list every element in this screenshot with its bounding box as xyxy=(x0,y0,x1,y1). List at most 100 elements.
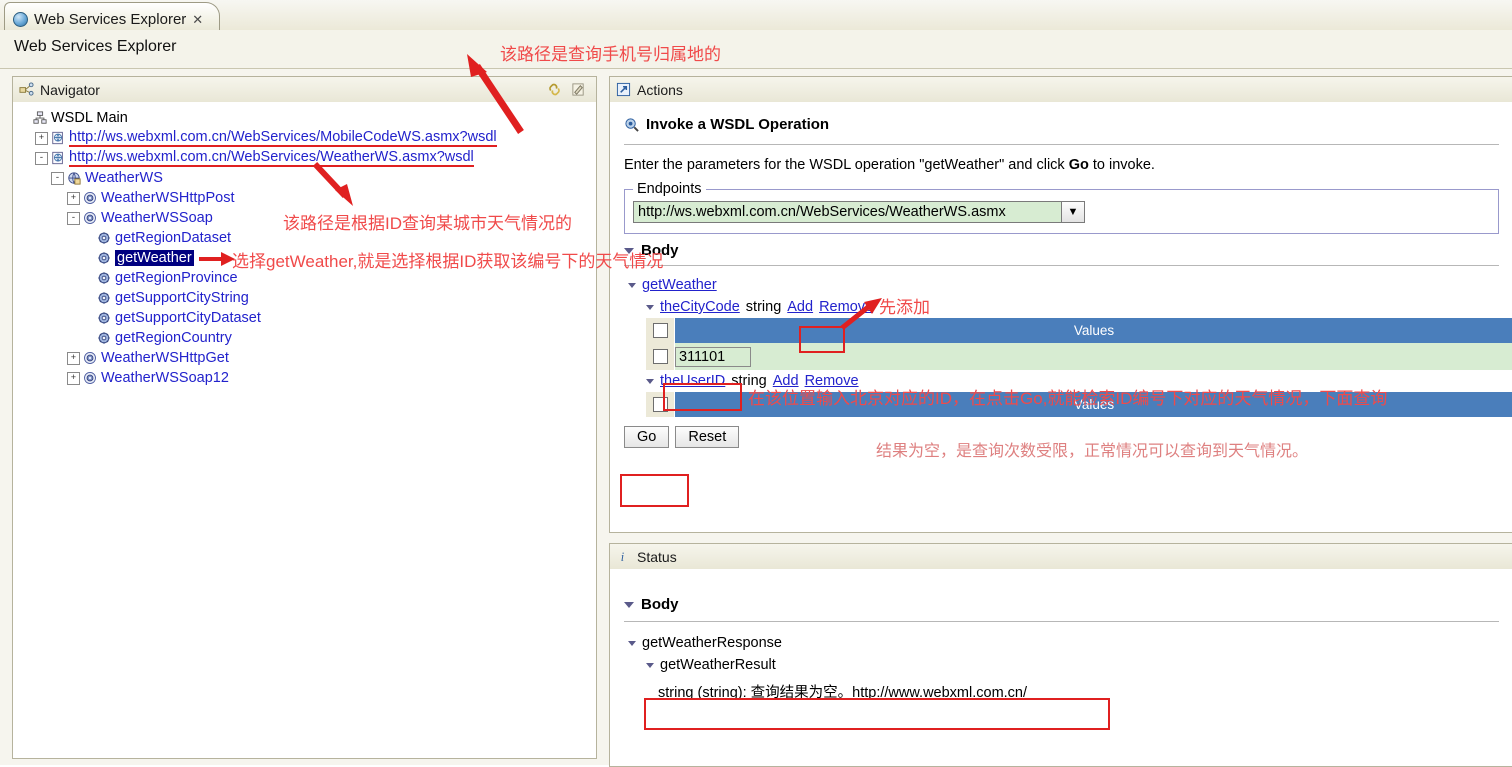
divider xyxy=(624,144,1499,145)
tree-item-label: getSupportCityString xyxy=(115,290,249,306)
invoke-operation-icon xyxy=(625,118,639,132)
expand-icon[interactable]: + xyxy=(67,191,80,205)
endpoints-group: Endpoints http://ws.webxml.com.cn/WebSer… xyxy=(624,181,1499,234)
tree-item-weatherws-httpget[interactable]: + WeatherWSHttpGet xyxy=(13,348,596,368)
status-body-title: Body xyxy=(624,596,1512,613)
collapse-icon[interactable]: - xyxy=(67,211,80,225)
parameters-tree: getWeather theCityCode string Add Remove Val… xyxy=(610,274,1512,448)
twisty-icon[interactable] xyxy=(628,640,636,646)
chevron-down-icon[interactable]: ▼ xyxy=(1062,201,1085,223)
endpoint-select[interactable]: http://ws.webxml.com.cn/WebServices/Weat… xyxy=(633,201,1085,223)
port-icon xyxy=(84,212,96,224)
go-button[interactable]: Go xyxy=(624,426,670,448)
param-add-link[interactable]: Add xyxy=(787,299,813,315)
tree-item-weather-wsdl[interactable]: - http://ws.webxml.com.cn/WebServices/Wea… xyxy=(13,148,596,168)
status-header: i Status xyxy=(610,544,1512,570)
actions-panel: Actions Invoke a WSDL Operation Enter th… xyxy=(609,76,1512,533)
view-tab-bar: Web Services Explorer ✕ xyxy=(0,0,1512,33)
tab-web-services-explorer[interactable]: Web Services Explorer ✕ xyxy=(4,2,221,33)
twisty-icon[interactable] xyxy=(646,378,654,384)
param-remove-link[interactable]: Remove xyxy=(819,299,873,315)
tree-item-op-getregioncountry[interactable]: getRegionCountry xyxy=(13,328,596,348)
reset-button[interactable]: Reset xyxy=(675,426,740,448)
endpoint-value[interactable]: http://ws.webxml.com.cn/WebServices/Weat… xyxy=(633,201,1062,223)
divider-2 xyxy=(624,265,1499,266)
port-icon xyxy=(84,192,96,204)
param-value-input[interactable] xyxy=(675,346,751,367)
expand-icon[interactable]: + xyxy=(67,351,80,365)
expand-icon[interactable]: + xyxy=(67,371,80,385)
status-body-label: Body xyxy=(641,596,679,613)
tree-item-label: WSDL Main xyxy=(51,110,128,126)
response-node[interactable]: getWeatherResponse xyxy=(610,632,1512,654)
row-select-cell[interactable] xyxy=(646,318,675,343)
tree-item-weatherws-soap12[interactable]: + WeatherWSSoap12 xyxy=(13,368,596,388)
tree-item-op-getsupportcitystring[interactable]: getSupportCityString xyxy=(13,288,596,308)
param-name[interactable]: theCityCode xyxy=(660,299,740,315)
operation-icon xyxy=(98,252,110,264)
navigator-icon xyxy=(19,82,34,96)
param-name[interactable]: theUserID xyxy=(660,373,725,389)
navigator-title: Navigator xyxy=(40,81,100,98)
twisty-icon[interactable] xyxy=(624,601,634,608)
operation-name[interactable]: getWeather xyxy=(642,277,717,293)
tree-item-weatherws[interactable]: - WeatherWS xyxy=(13,168,596,188)
tree-item-mobilecode-wsdl[interactable]: + http://ws.webxml.com.cn/WebServices/Mob… xyxy=(13,128,596,148)
invoke-heading: Invoke a WSDL Operation xyxy=(624,116,1512,133)
service-icon xyxy=(68,172,81,185)
wsdl-doc-icon xyxy=(52,131,63,145)
actions-header: Actions xyxy=(610,77,1512,103)
anno-add-first: 先添加 xyxy=(879,298,930,317)
tree-item-wsdl-main[interactable]: WSDL Main xyxy=(13,108,596,128)
twisty-icon[interactable] xyxy=(646,304,654,310)
anno-input-id: 在该位置输入北京对应的ID，在点击Go,就能检索ID编号下对应的天气情况，下面查… xyxy=(748,389,1388,408)
operation-icon xyxy=(98,272,110,284)
tree-item-op-getsupportcitydataset[interactable]: getSupportCityDataset xyxy=(13,308,596,328)
expand-icon[interactable]: + xyxy=(35,131,48,145)
anno-select-getweather: 选择getWeather,就是选择根据ID获取该编号下的天气情况 xyxy=(232,252,664,271)
globe-icon xyxy=(13,12,28,27)
operation-icon xyxy=(98,312,110,324)
link-icon[interactable] xyxy=(547,82,562,97)
actions-icon xyxy=(616,82,631,97)
row-select-cell[interactable] xyxy=(646,392,675,417)
checkbox[interactable] xyxy=(652,323,668,338)
svg-text:i: i xyxy=(621,550,625,564)
tree-item-weatherws-httppost[interactable]: + WeatherWSHttpPost xyxy=(13,188,596,208)
tree-item-label: http://ws.webxml.com.cn/WebServices/Mobi… xyxy=(69,129,497,147)
checkbox[interactable] xyxy=(652,397,668,412)
twisty-icon[interactable] xyxy=(646,662,654,668)
collapse-icon[interactable]: - xyxy=(35,151,48,165)
operation-node[interactable]: getWeather xyxy=(610,274,1512,296)
page-title: Web Services Explorer xyxy=(14,38,177,55)
anno-weather-path: 该路径是根据ID查询某城市天气情况的 xyxy=(283,214,572,233)
tree-item-label: WeatherWSHttpGet xyxy=(101,350,229,366)
pencil-icon[interactable] xyxy=(571,82,586,97)
title-strip xyxy=(0,30,1512,69)
actions-title: Actions xyxy=(637,81,683,98)
collapse-icon[interactable]: - xyxy=(51,171,64,185)
tree-item-label: getRegionCountry xyxy=(115,330,232,346)
twisty-icon[interactable] xyxy=(628,282,636,288)
invoke-title: Invoke a WSDL Operation xyxy=(646,116,830,133)
param-type: string xyxy=(745,299,782,315)
close-icon[interactable]: ✕ xyxy=(192,13,203,26)
result-node[interactable]: getWeatherResult xyxy=(610,654,1512,676)
values-header-row: Values xyxy=(646,318,1512,343)
operation-icon xyxy=(98,332,110,344)
instruction-text: Enter the parameters for the WSDL operat… xyxy=(624,157,1512,173)
row-select-cell[interactable] xyxy=(646,343,675,370)
checkbox[interactable] xyxy=(652,349,668,364)
tab-label: Web Services Explorer xyxy=(34,11,187,28)
status-panel: i Status Body getWeatherResponse getWeat… xyxy=(609,543,1512,767)
navigator-tree[interactable]: WSDL Main + http://ws.webxml.com.cn/WebSer… xyxy=(13,102,596,758)
response-tree: getWeatherResponse getWeatherResult stri… xyxy=(610,632,1512,702)
divider-3 xyxy=(624,621,1499,622)
values-column-header: Values xyxy=(1073,323,1115,338)
